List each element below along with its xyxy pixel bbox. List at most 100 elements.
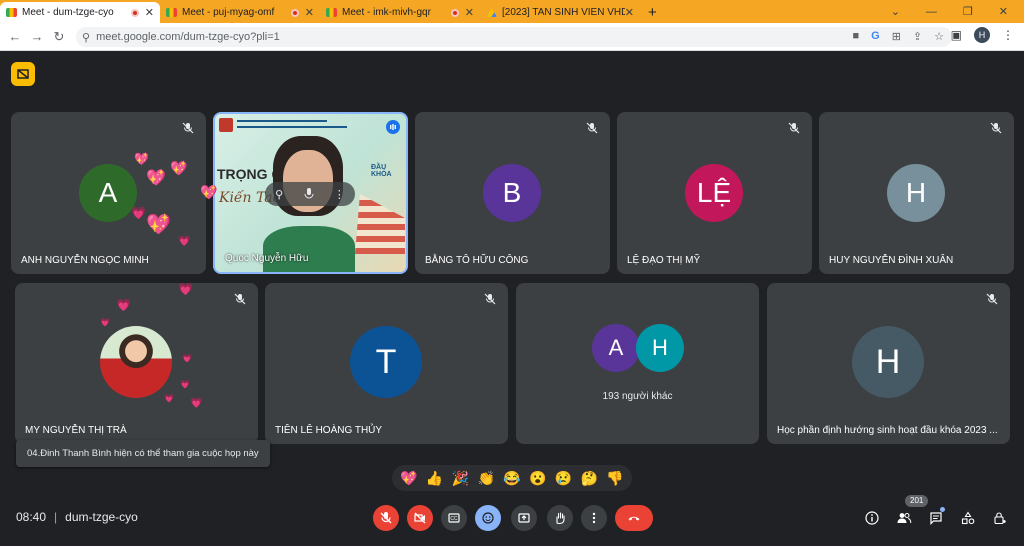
heart-icon: 💗 [178,282,193,296]
side-panel-icon[interactable]: ▣ [951,28,962,42]
tab-title: Meet - puj-myag-omf [182,7,275,18]
close-window-icon[interactable]: ✕ [999,5,1008,18]
recording-icon [290,8,299,17]
close-tab-icon[interactable]: ✕ [625,6,634,19]
participant-tile[interactable]: H HUY NGUYỄN ĐÌNH XUÂN [819,112,1014,274]
profile-photo [100,326,172,398]
heart-icon: 💗 [164,394,174,403]
leave-call-button[interactable] [615,505,653,531]
reaction-thumbs-down-icon[interactable]: 👎 [606,470,623,487]
participant-name: ANH NGUYỄN NGỌC MINH [21,255,149,266]
more-options-button[interactable] [581,505,607,531]
heart-icon: 💗 [180,380,190,389]
new-tab-icon[interactable]: + [640,2,665,23]
close-tab-icon[interactable]: ✕ [305,6,314,19]
google-lens-icon[interactable]: G [871,30,880,43]
speaking-indicator-icon [386,120,400,134]
reaction-party-icon[interactable]: 🎉 [452,470,469,487]
captions-button[interactable]: CC [441,505,467,531]
browser-tab-3[interactable]: [2023] TAN SINH VIEN VHDH LTC ✕ [480,2,640,23]
close-tab-icon[interactable]: ✕ [465,6,474,19]
reaction-bar: 💖 👍 🎉 👏 😂 😮 😢 🤔 👎 [392,465,632,491]
participant-tile[interactable]: LỆ LỆ ĐẠO THỊ MỸ [617,112,812,274]
participant-tile[interactable]: B BẰNG TÔ HỮU CÔNG [415,112,610,274]
profile-avatar[interactable]: H [974,27,990,43]
participant-tile[interactable]: T TIÊN LÊ HOÀNG THỦY [265,283,508,444]
emoji-icon [482,512,494,524]
mic-off-icon [986,293,998,305]
drive-favicon-icon [486,8,497,17]
tab-title: Meet - imk-mivh-gqr [342,7,431,18]
meet-favicon-icon [166,8,177,17]
unread-dot [940,507,945,512]
mic-off-icon [380,512,392,524]
lock-person-icon [994,512,1006,525]
host-controls-button[interactable] [990,508,1010,528]
others-tile[interactable]: A H 193 người khác [516,283,759,444]
close-tab-icon[interactable]: ✕ [145,6,154,19]
activities-shapes-icon [961,511,975,525]
minimize-icon[interactable]: — [926,6,937,18]
forward-icon[interactable]: → [26,29,48,44]
restore-icon[interactable]: ❐ [963,5,973,18]
university-logo [219,118,233,132]
participant-tile[interactable]: H Học phần định hướng sinh hoạt đầu khóa… [767,283,1010,444]
reactions-button[interactable] [475,505,501,531]
people-button[interactable] [894,508,914,528]
participant-tile-video[interactable]: TRỌNG QU Kiến Tao T ĐẦU KHÓA ⚲ ⋮ Quoc Ng… [213,112,408,274]
back-icon[interactable]: ← [4,29,26,44]
site-info-icon[interactable]: ⚲ [82,31,90,44]
reaction-heart-icon[interactable]: 💖 [400,470,417,487]
tab-title: [2023] TAN SINH VIEN VHDH LTC [502,7,625,18]
mic-icon[interactable] [304,188,314,200]
camera-toggle-button[interactable] [407,505,433,531]
participant-tile[interactable]: A ANH NGUYỄN NGỌC MINH [11,112,206,274]
mic-toggle-button[interactable] [373,505,399,531]
chat-button[interactable] [926,507,946,528]
reaction-thumbs-up-icon[interactable]: 👍 [426,470,443,487]
share-icon[interactable]: ⇪ [913,30,922,43]
more-options-icon[interactable]: ⋮ [334,188,345,201]
bookmark-star-icon[interactable]: ☆ [934,30,944,43]
mic-off-icon [182,122,194,134]
participant-tile[interactable]: MY NGUYỄN THỊ TRÀ [15,283,258,444]
camera-off-badge-icon[interactable] [11,62,35,86]
people-count-badge: 201 [905,495,929,507]
present-icon [518,513,530,523]
reaction-thinking-icon[interactable]: 🤔 [581,470,598,487]
browser-tab-0[interactable]: Meet - dum-tzge-cyo ✕ [0,2,160,23]
reaction-laugh-icon[interactable]: 😂 [503,470,520,487]
url-text: meet.google.com/dum-tzge-cyo?pli=1 [96,31,280,43]
activities-button[interactable] [958,508,978,528]
browser-tab-1[interactable]: Meet - puj-myag-omf ✕ [160,2,320,23]
tab-title: Meet - dum-tzge-cyo [22,7,114,18]
reaction-sad-icon[interactable]: 😢 [555,470,572,487]
present-screen-button[interactable] [511,505,537,531]
pin-icon[interactable]: ⚲ [275,188,283,201]
tab-strip: Meet - dum-tzge-cyo ✕ Meet - puj-myag-om… [0,0,1024,23]
avatar: A [79,164,137,222]
browser-tab-2[interactable]: Meet - imk-mivh-gqr ✕ [320,2,480,23]
others-count-label: 193 người khác [602,391,673,402]
camera-in-use-icon[interactable]: ■ [852,30,859,43]
reload-icon[interactable]: ↻ [48,29,70,45]
heart-icon: 💖 [170,160,188,176]
menu-icon[interactable]: ⋮ [1002,28,1014,42]
reaction-clap-icon[interactable]: 👏 [477,470,494,487]
translate-icon[interactable]: ⊞ [892,30,901,43]
raise-hand-button[interactable] [547,505,573,531]
address-bar[interactable]: ⚲ meet.google.com/dum-tzge-cyo?pli=1 ■ G… [76,27,952,47]
reaction-surprised-icon[interactable]: 😮 [529,470,546,487]
avatar: H [636,324,684,372]
tile-hover-controls: ⚲ ⋮ [265,182,355,206]
people-icon [897,513,912,524]
heart-icon: 💖 [200,184,218,200]
tab-search-icon[interactable]: ⌄ [891,5,900,18]
closed-captions-icon: CC [448,513,460,523]
recording-icon [130,8,139,17]
heart-icon: 💗 [182,354,192,363]
avatar: H [852,326,924,398]
meeting-details-button[interactable] [862,508,882,528]
mic-off-icon [788,122,800,134]
participant-name: BẰNG TÔ HỮU CÔNG [425,255,529,266]
